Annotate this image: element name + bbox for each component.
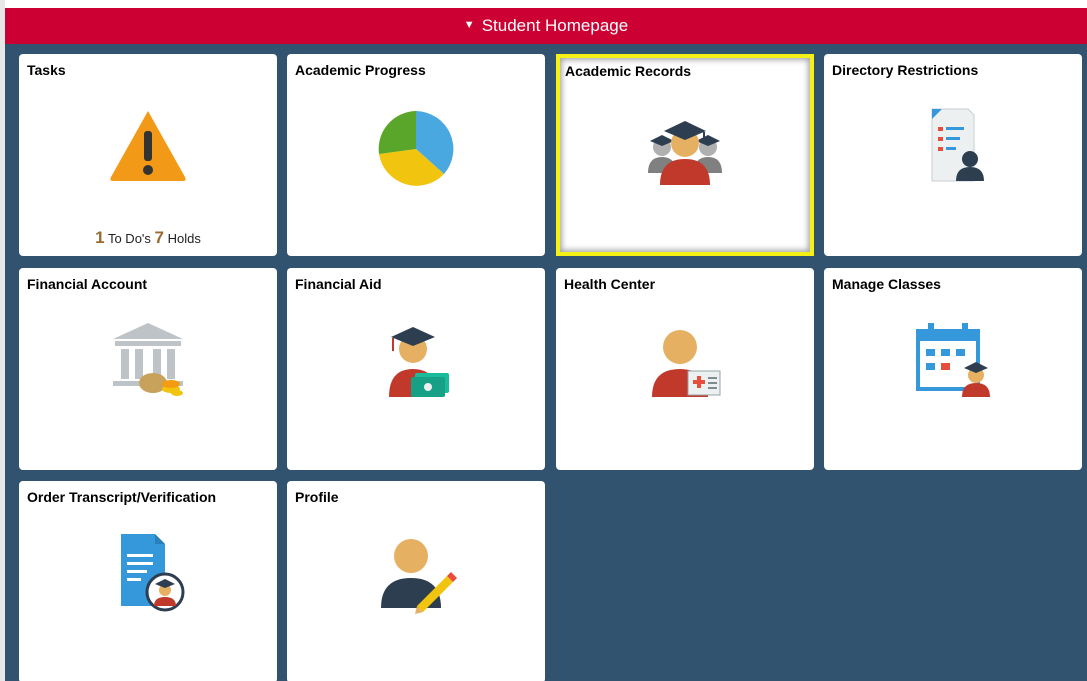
person-medical-card-icon bbox=[640, 313, 730, 403]
tile-directory-restrictions[interactable]: Directory Restrictions bbox=[824, 54, 1082, 256]
person-pencil-icon bbox=[371, 526, 461, 616]
bank-coins-icon bbox=[103, 313, 193, 403]
page: ▼ Student Homepage Tasks 1 To Do's 7 Hol… bbox=[0, 0, 1087, 681]
graduate-money-icon bbox=[371, 313, 461, 403]
homepage-header[interactable]: ▼ Student Homepage bbox=[5, 8, 1087, 44]
tile-title: Manage Classes bbox=[832, 276, 941, 292]
tile-title: Health Center bbox=[564, 276, 656, 292]
warning-triangle-icon bbox=[103, 99, 193, 189]
tile-academic-progress[interactable]: Academic Progress bbox=[287, 54, 545, 256]
holds-count: 7 bbox=[154, 228, 165, 247]
tile-title: Directory Restrictions bbox=[832, 62, 979, 78]
pie-chart-icon bbox=[371, 99, 461, 189]
tile-board: Tasks 1 To Do's 7 Holds Academic Progres… bbox=[5, 44, 1087, 681]
holds-label: Holds bbox=[167, 231, 201, 246]
todo-count: 1 bbox=[95, 228, 105, 247]
document-graduate-icon bbox=[103, 526, 193, 616]
tile-academic-records[interactable]: Academic Records bbox=[556, 54, 814, 256]
todo-label: To Do's bbox=[107, 231, 151, 246]
tile-title: Tasks bbox=[27, 62, 66, 78]
tile-financial-account[interactable]: Financial Account bbox=[19, 268, 277, 470]
triangle-down-icon[interactable]: ▼ bbox=[464, 19, 475, 31]
tasks-counts: 1 To Do's 7 Holds bbox=[19, 228, 277, 248]
tile-financial-aid[interactable]: Financial Aid bbox=[287, 268, 545, 470]
tile-title: Academic Progress bbox=[295, 62, 426, 78]
document-person-icon bbox=[908, 99, 998, 189]
tile-tasks[interactable]: Tasks 1 To Do's 7 Holds bbox=[19, 54, 277, 256]
calendar-graduate-icon bbox=[908, 313, 998, 403]
tile-title: Financial Aid bbox=[295, 276, 382, 292]
homepage-title: Student Homepage bbox=[481, 16, 629, 35]
tile-order-transcript[interactable]: Order Transcript/Verification bbox=[19, 481, 277, 681]
tile-health-center[interactable]: Health Center bbox=[556, 268, 814, 470]
graduates-icon bbox=[640, 103, 730, 193]
tile-title: Financial Account bbox=[27, 276, 148, 292]
tile-profile[interactable]: Profile bbox=[287, 481, 545, 681]
tile-title: Profile bbox=[295, 489, 339, 505]
tile-title: Order Transcript/Verification bbox=[27, 489, 217, 505]
tile-manage-classes[interactable]: Manage Classes bbox=[824, 268, 1082, 470]
tile-title: Academic Records bbox=[565, 63, 692, 79]
